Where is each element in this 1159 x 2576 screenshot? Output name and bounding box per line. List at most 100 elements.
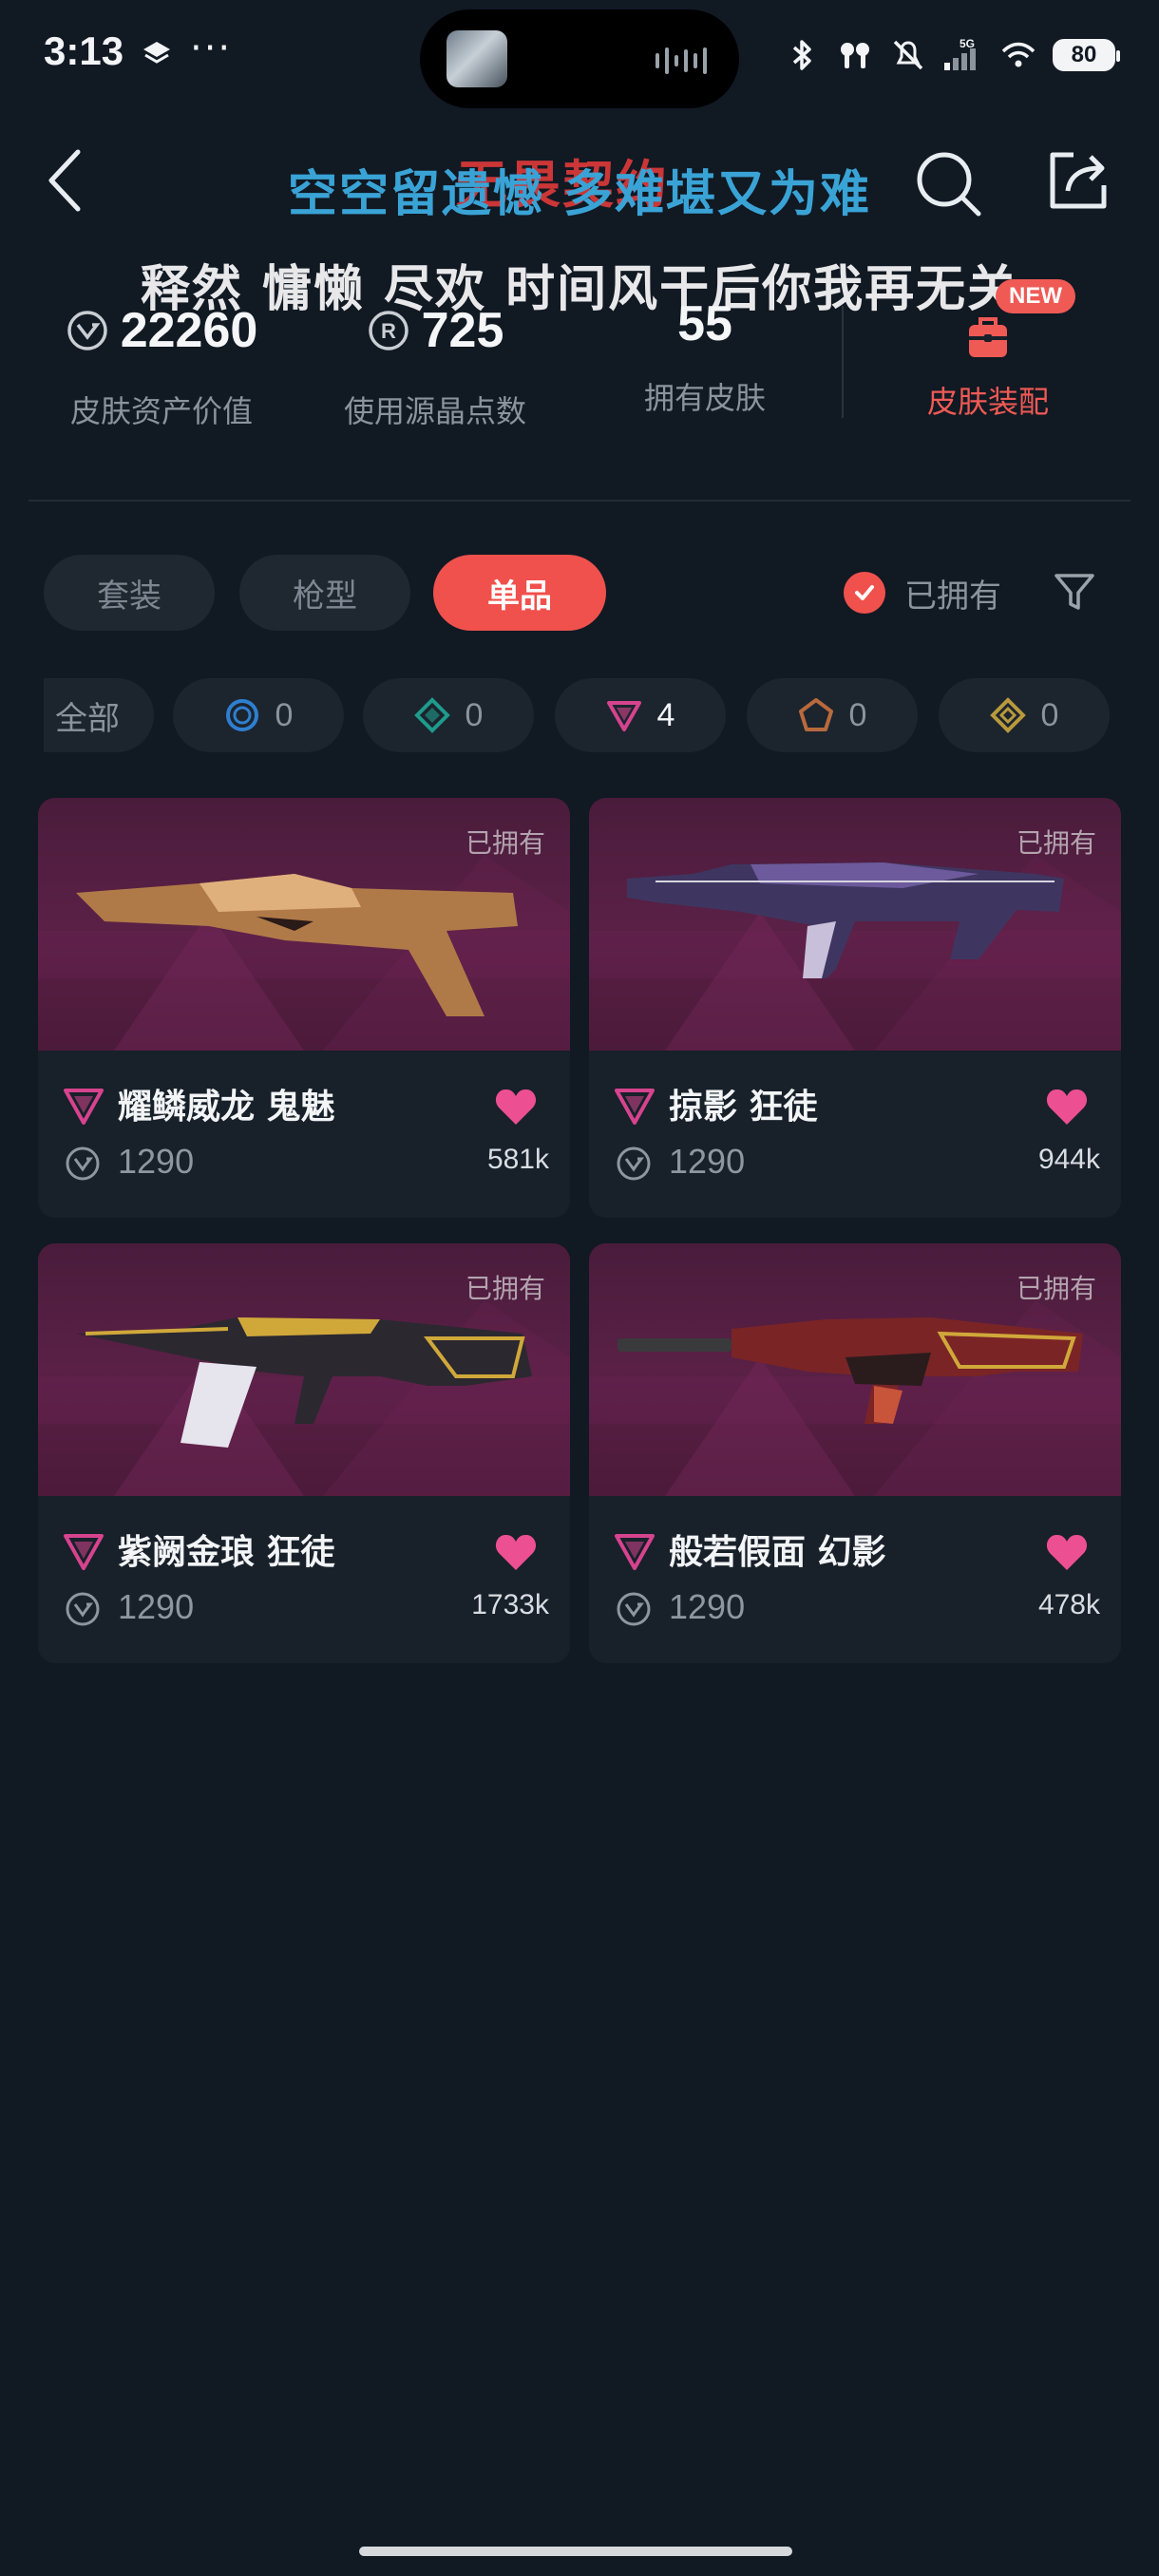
chip-count: 0 (465, 696, 484, 733)
owned-tag: 已拥有 (1016, 827, 1096, 859)
premium-tier-icon (606, 701, 641, 731)
skin-price: 1290 (118, 1587, 195, 1626)
tier-chip-all[interactable]: 全部 (44, 678, 154, 752)
owned-tag: 已拥有 (1016, 1273, 1096, 1304)
skin-price: 1290 (118, 1142, 195, 1181)
more-dots: ··· (190, 27, 233, 70)
exclusive-tier-icon (989, 697, 1026, 733)
tier-chip-ultra[interactable]: 0 (747, 678, 918, 752)
skin-name: 般若假面 幻影 (669, 1533, 886, 1572)
divider (842, 306, 844, 418)
skin-image: 已拥有 (589, 1243, 1121, 1496)
tab-weapon-type[interactable]: 枪型 (239, 555, 410, 631)
tab-single-items[interactable]: 单品 (433, 555, 606, 631)
dynamic-island[interactable] (420, 9, 739, 108)
valorant-points-icon (66, 1592, 100, 1626)
tier-filter-row: 全部 0 0 4 0 0 (44, 678, 1115, 754)
premium-tier-icon (64, 1534, 104, 1570)
like-count: 944k (1037, 1144, 1100, 1175)
skin-card[interactable]: 已拥有 掠影 狂徒 1290 944k (589, 798, 1121, 1218)
skin-card[interactable]: 已拥有 耀鳞威龙 鬼魅 1290 581k (38, 798, 570, 1218)
tier-chip-select[interactable]: 0 (173, 678, 344, 752)
owned-tag: 已拥有 (465, 1273, 545, 1304)
valorant-points-icon (66, 1146, 100, 1181)
status-bar: 3:13 ··· 5G 80 (0, 0, 1159, 114)
mute-bell-icon (893, 40, 923, 70)
chip-count: 0 (275, 696, 294, 733)
radianite-icon: R (368, 311, 408, 350)
like-count: 1733k (471, 1589, 549, 1620)
status-time: 3:13 (44, 28, 124, 73)
chip-count: 4 (656, 696, 675, 733)
valorant-points-icon (66, 311, 107, 350)
heart-icon[interactable] (1045, 1087, 1089, 1127)
tab-bundles[interactable]: 套装 (44, 555, 215, 631)
skin-price: 1290 (669, 1142, 746, 1181)
layers-icon (143, 42, 170, 64)
stat-owned-skins: 55 拥有皮肤 (600, 296, 809, 418)
skin-name: 耀鳞威龙 鬼魅 (118, 1088, 335, 1127)
chip-count: 0 (1040, 696, 1059, 733)
owned-tag: 已拥有 (465, 827, 545, 859)
battery-indicator: 80 (1053, 39, 1120, 71)
status-icons: 5G 80 (783, 28, 1120, 82)
skin-card[interactable]: 已拥有 般若假面 幻影 1290 478k (589, 1243, 1121, 1663)
skin-image: 已拥有 (38, 798, 570, 1051)
earbuds-icon (841, 43, 869, 68)
weapon-image (76, 1317, 532, 1448)
weapon-image (627, 862, 1064, 978)
heart-icon[interactable] (494, 1087, 538, 1127)
tier-chip-exclusive[interactable]: 0 (939, 678, 1110, 752)
tier-chip-deluxe[interactable]: 0 (363, 678, 534, 752)
stat-label: 皮肤资产价值 (69, 393, 253, 429)
lyric-line-1: 空空留遗憾 多难堪又为难 (287, 166, 872, 223)
wifi-icon (1001, 42, 1036, 67)
premium-tier-icon (615, 1089, 655, 1125)
bluetooth-icon (792, 40, 811, 70)
section-divider (28, 500, 1130, 502)
media-thumbnail (446, 30, 507, 87)
skin-image: 已拥有 (38, 1243, 570, 1496)
weapon-image (618, 1317, 1083, 1424)
tier-chip-premium[interactable]: 4 (555, 678, 726, 752)
like-count: 581k (486, 1144, 549, 1175)
deluxe-tier-icon (413, 697, 450, 733)
stat-radianite: R 725 使用源晶点数 (331, 302, 540, 431)
skin-loadout-label: 皮肤装配 (926, 384, 1049, 420)
owned-checkbox[interactable] (844, 572, 885, 614)
filter-icon[interactable] (1051, 568, 1098, 616)
premium-tier-icon (615, 1534, 655, 1570)
stat-label: 拥有皮肤 (643, 380, 766, 416)
weapon-image (76, 874, 518, 1016)
search-icon[interactable] (912, 147, 984, 219)
stat-value: 725 (421, 303, 504, 358)
like-count: 478k (1037, 1589, 1100, 1620)
stat-label: 使用源晶点数 (343, 393, 526, 429)
valorant-points-icon (617, 1592, 651, 1626)
heart-icon[interactable] (1045, 1532, 1089, 1572)
svg-text:R: R (381, 319, 396, 343)
ultra-tier-icon (798, 698, 833, 731)
stat-value: 22260 (120, 303, 258, 358)
svg-text:5G: 5G (960, 37, 975, 50)
skin-price: 1290 (669, 1587, 746, 1626)
chip-label: 全部 (55, 699, 120, 738)
valorant-points-icon (617, 1146, 651, 1181)
chip-count: 0 (848, 696, 867, 733)
signal-icon: 5G (944, 37, 976, 70)
skin-name: 掠影 狂徒 (669, 1088, 818, 1127)
skin-card[interactable]: 已拥有 紫阙金琅 狂徒 1290 1733k (38, 1243, 570, 1663)
share-icon[interactable] (1045, 147, 1112, 214)
stat-asset-value: 22260 皮肤资产价值 (57, 302, 266, 431)
home-indicator[interactable] (359, 2547, 792, 2556)
premium-tier-icon (64, 1089, 104, 1125)
select-tier-icon (225, 699, 258, 731)
audio-wave-icon (656, 47, 707, 74)
check-icon (855, 585, 874, 600)
skin-image: 已拥有 (589, 798, 1121, 1051)
owned-filter-label[interactable]: 已拥有 (904, 570, 1001, 616)
backpack-icon (969, 317, 1007, 357)
stat-value: 55 (677, 296, 732, 351)
new-badge: NEW (996, 279, 1075, 313)
heart-icon[interactable] (494, 1532, 538, 1572)
